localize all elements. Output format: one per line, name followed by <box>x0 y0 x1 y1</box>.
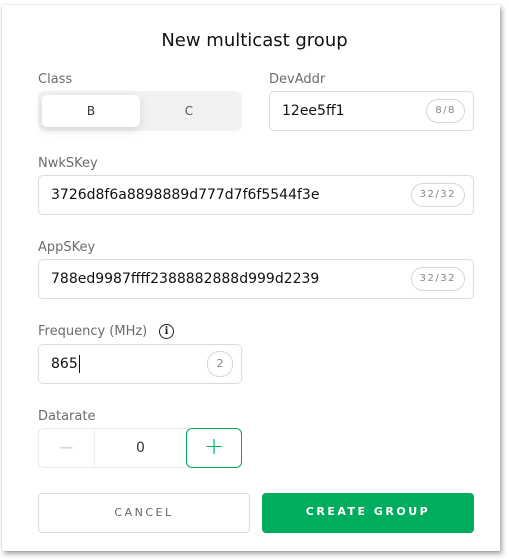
appskey-value: 788ed9987ffff2388882888d999d2239 <box>51 271 320 287</box>
class-option-b[interactable]: B <box>42 95 140 127</box>
info-icon[interactable]: i <box>159 324 174 339</box>
devaddr-value: 12ee5ff1 <box>282 103 345 119</box>
frequency-label: Frequency (MHz) <box>38 324 148 339</box>
frequency-value: 865 <box>51 356 78 372</box>
class-segmented-control: B C <box>38 91 242 131</box>
nwkskey-input[interactable]: 3726d8f6a8898889d777d7f6f5544f3e 32/32 <box>38 175 474 215</box>
frequency-input[interactable]: 865 2 <box>38 344 242 384</box>
frequency-counter: 2 <box>207 351 233 377</box>
nwkskey-counter: 32/32 <box>410 183 465 207</box>
devaddr-counter: 8/8 <box>426 99 465 123</box>
class-label: Class <box>38 72 73 87</box>
datarate-decrement-button[interactable]: − <box>38 428 95 468</box>
appskey-counter: 32/32 <box>410 267 465 291</box>
appskey-input[interactable]: 788ed9987ffff2388882888d999d2239 32/32 <box>38 259 474 299</box>
class-option-c[interactable]: C <box>140 95 238 127</box>
text-caret <box>78 355 80 373</box>
frequency-value-wrap: 865 <box>51 355 80 373</box>
devaddr-input[interactable]: 12ee5ff1 8/8 <box>269 91 474 131</box>
create-group-button[interactable]: CREATE GROUP <box>262 493 474 533</box>
cancel-button[interactable]: CANCEL <box>38 493 250 533</box>
datarate-value[interactable]: 0 <box>94 428 187 468</box>
datarate-increment-button[interactable]: + <box>186 428 242 468</box>
dialog-title: New multicast group <box>161 30 348 51</box>
devaddr-label: DevAddr <box>269 72 326 87</box>
nwkskey-value: 3726d8f6a8898889d777d7f6f5544f3e <box>51 187 320 203</box>
nwkskey-label: NwkSKey <box>38 156 98 171</box>
appskey-label: AppSKey <box>38 240 96 255</box>
datarate-label: Datarate <box>38 409 96 424</box>
